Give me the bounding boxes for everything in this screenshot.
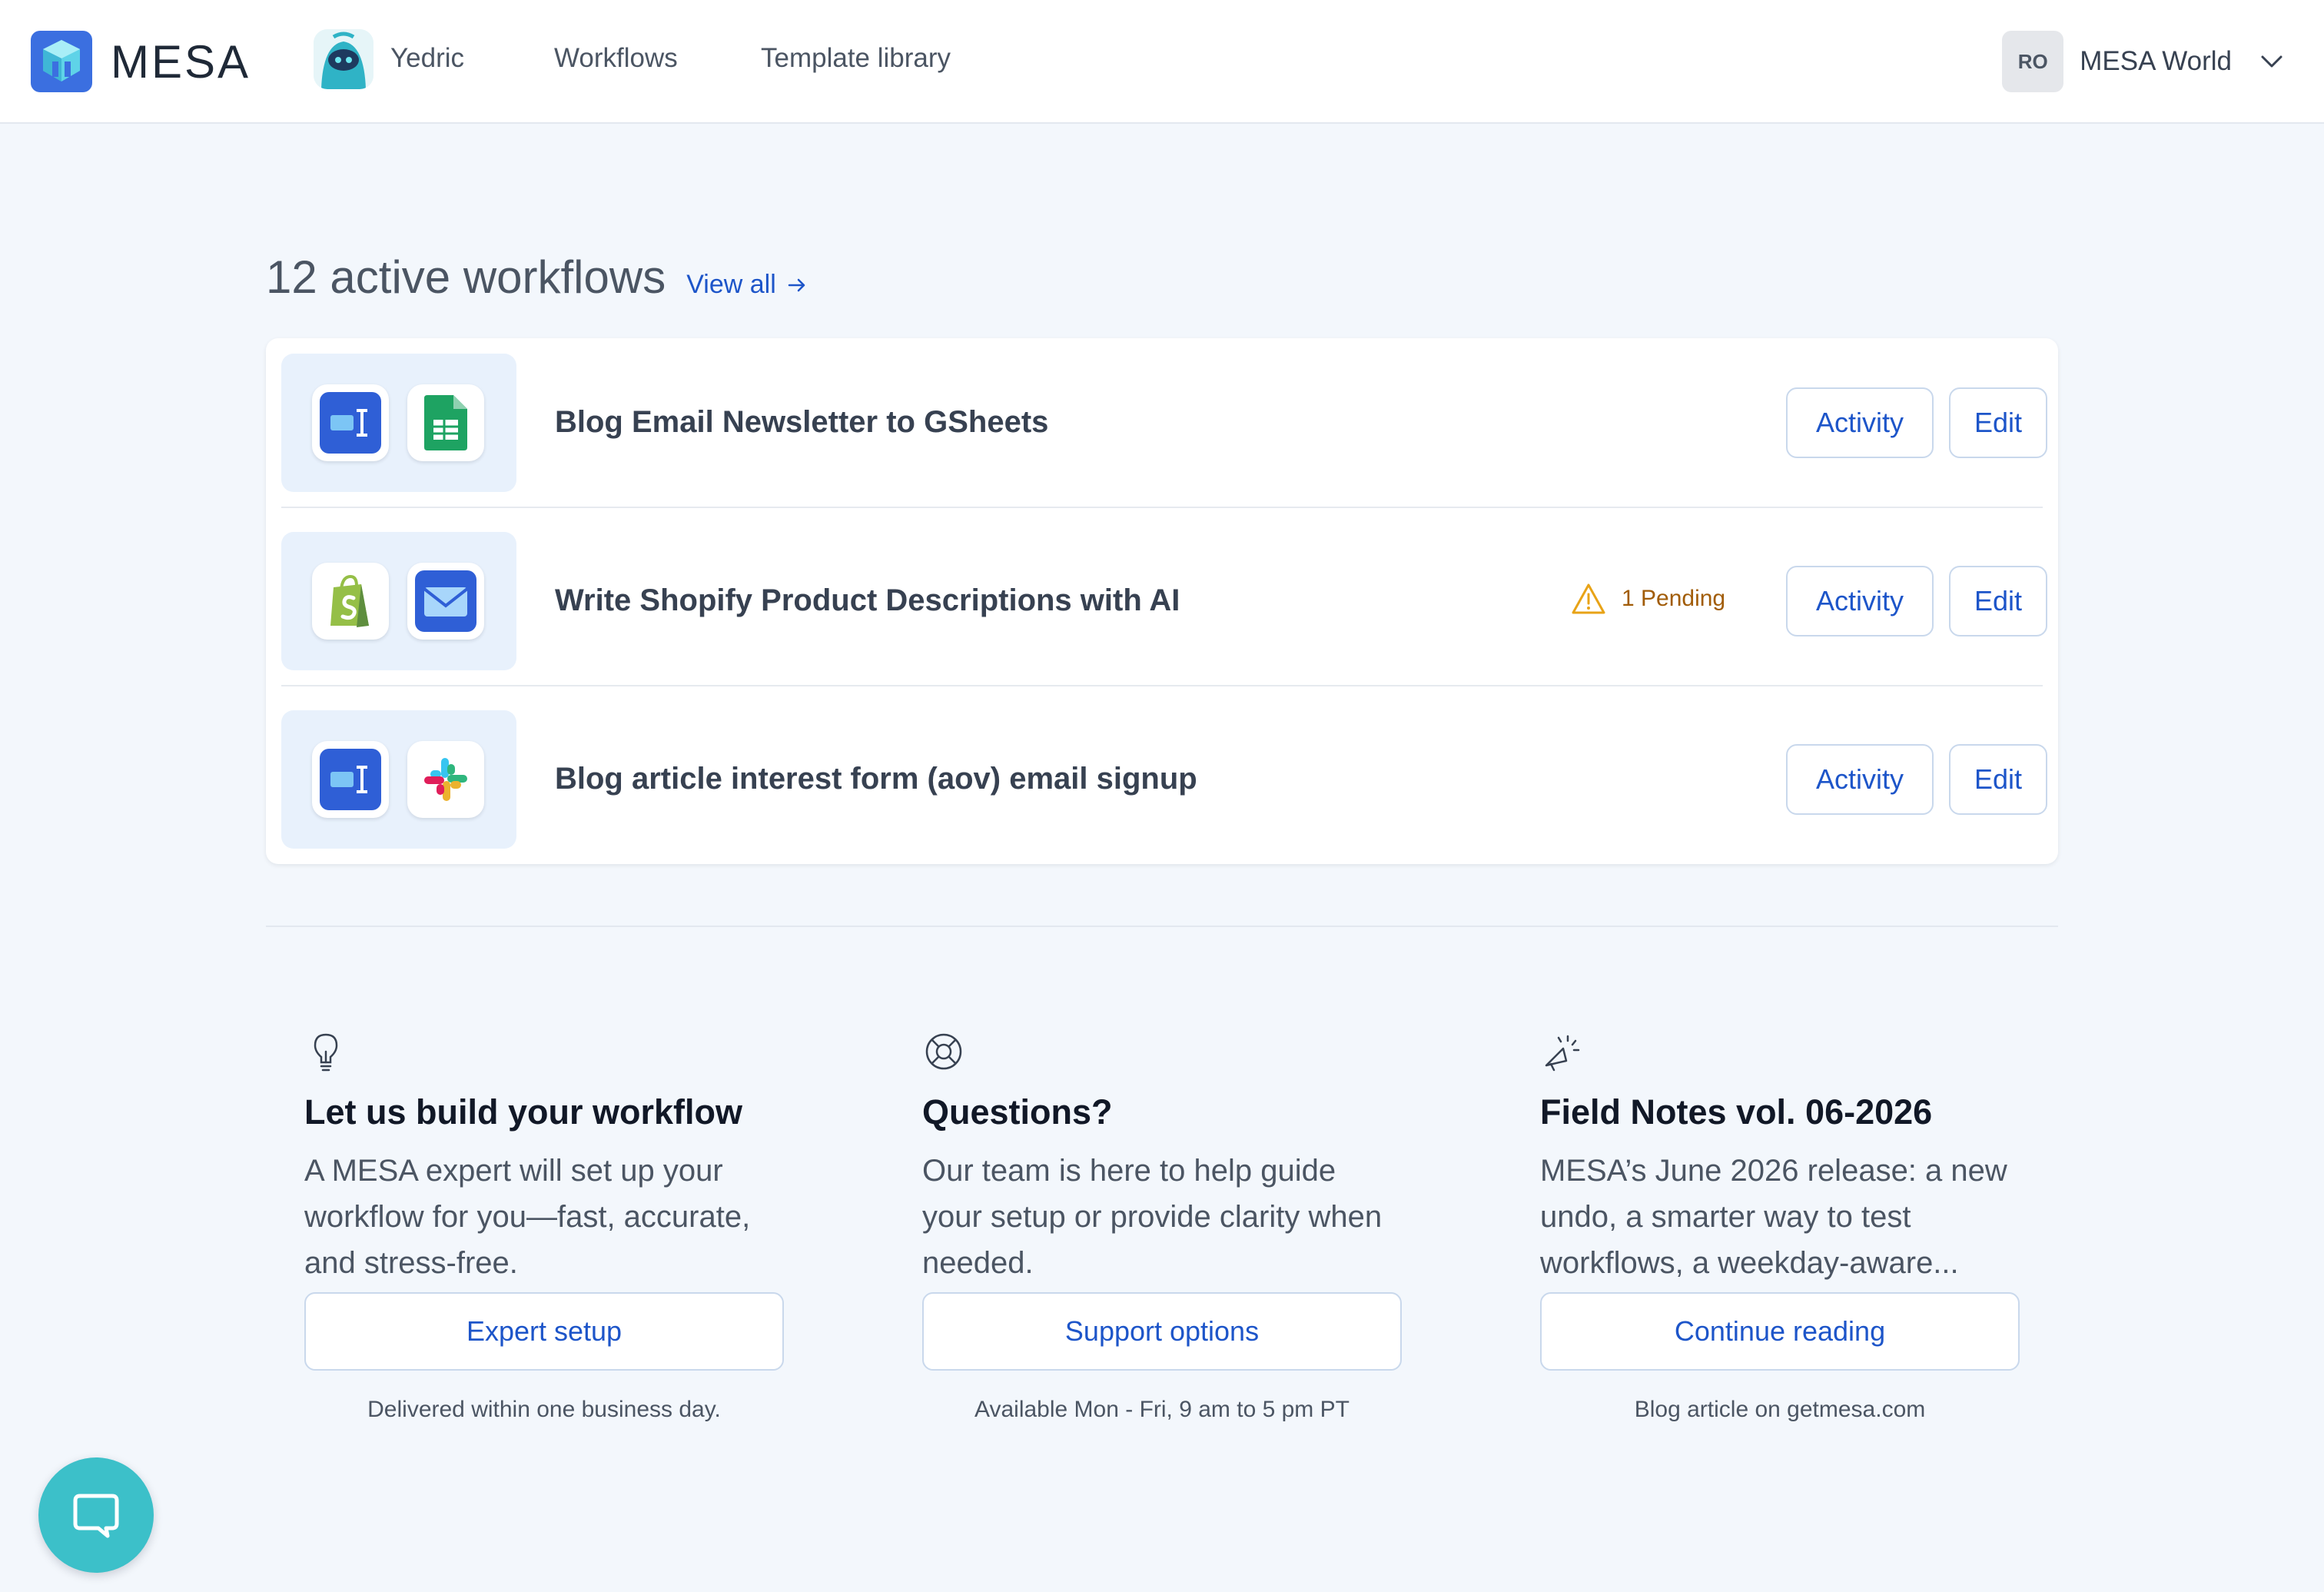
mesa-form-icon — [312, 741, 389, 818]
chat-bubble-icon — [73, 1494, 119, 1538]
expert-setup-card: Let us build your workflow A MESA expert… — [304, 1030, 784, 1423]
account-avatar: RO — [2002, 31, 2064, 92]
workflow-list: Blog Email Newsletter to GSheets Activit… — [266, 338, 2058, 864]
workflow-app-icons — [281, 532, 516, 670]
workflows-header: 12 active workflows View all — [266, 251, 808, 304]
info-note: Delivered within one business day. — [367, 1397, 721, 1422]
support-options-button[interactable]: Support options — [922, 1292, 1402, 1371]
account-name: MESA World — [2080, 46, 2232, 76]
field-notes-card: Field Notes vol. 06-2026 MESA’s June 202… — [1540, 1030, 2020, 1423]
brand-name: MESA — [111, 35, 251, 88]
continue-reading-button[interactable]: Continue reading — [1540, 1292, 2020, 1371]
workflow-row[interactable]: Write Shopify Product Descriptions with … — [281, 532, 2047, 686]
chevron-down-icon — [2261, 55, 2282, 68]
workflow-app-icons — [281, 354, 516, 492]
pending-status[interactable]: 1 Pending — [1571, 583, 1725, 615]
info-note: Blog article on getmesa.com — [1634, 1397, 1926, 1422]
activity-button[interactable]: Activity — [1786, 387, 1934, 458]
lightbulb-icon — [314, 1033, 338, 1072]
shopify-icon — [312, 563, 389, 640]
workflow-row[interactable]: Blog article interest form (aov) email s… — [281, 710, 2047, 849]
megaphone-icon — [1545, 1035, 1580, 1072]
workflow-row[interactable]: Blog Email Newsletter to GSheets Activit… — [281, 354, 2047, 508]
workflow-name[interactable]: Blog Email Newsletter to GSheets — [555, 405, 1048, 440]
account-menu[interactable]: RO MESA World — [2002, 31, 2286, 92]
slack-icon — [407, 741, 484, 818]
view-all-link[interactable]: View all — [686, 270, 808, 300]
nav-template-library[interactable]: Template library — [761, 43, 951, 74]
info-title: Questions? — [922, 1092, 1113, 1132]
google-sheets-icon — [407, 384, 484, 461]
info-description: A MESA expert will set up your workflow … — [304, 1154, 751, 1280]
brand-logo[interactable]: MESA — [31, 31, 251, 92]
mesa-form-icon — [312, 384, 389, 461]
view-all-label: View all — [686, 270, 776, 299]
chat-launcher-button[interactable] — [38, 1457, 154, 1573]
edit-button[interactable]: Edit — [1949, 566, 2047, 636]
email-icon — [407, 563, 484, 640]
edit-button[interactable]: Edit — [1949, 744, 2047, 815]
workflow-app-icons — [281, 710, 516, 849]
pending-label: 1 Pending — [1622, 586, 1726, 611]
info-note: Available Mon - Fri, 9 am to 5 pm PT — [974, 1397, 1350, 1422]
arrow-right-icon — [788, 278, 805, 291]
info-description: MESA’s June 2026 release: a new undo, a … — [1540, 1154, 2007, 1280]
activity-button[interactable]: Activity — [1786, 744, 1934, 815]
warning-icon — [1572, 583, 1605, 614]
top-navigation: MESA Yedric Workflows Template library R… — [0, 0, 2324, 124]
section-divider — [266, 926, 2058, 927]
workflow-name[interactable]: Blog article interest form (aov) email s… — [555, 762, 1197, 796]
mesa-logo-icon — [31, 31, 92, 92]
info-title: Let us build your workflow — [304, 1092, 743, 1132]
info-description: Our team is here to help guide your setu… — [922, 1154, 1383, 1280]
nav-workflows[interactable]: Workflows — [554, 43, 678, 74]
workflow-name[interactable]: Write Shopify Product Descriptions with … — [555, 583, 1180, 618]
edit-button[interactable]: Edit — [1949, 387, 2047, 458]
yedric-avatar-icon[interactable] — [314, 29, 374, 89]
nav-yedric[interactable]: Yedric — [390, 43, 464, 74]
workflows-title: 12 active workflows — [266, 251, 666, 303]
activity-button[interactable]: Activity — [1786, 566, 1934, 636]
expert-setup-button[interactable]: Expert setup — [304, 1292, 784, 1371]
support-card: Questions? Our team is here to help guid… — [922, 1030, 1402, 1423]
info-title: Field Notes vol. 06-2026 — [1540, 1092, 1933, 1132]
lifebuoy-icon — [925, 1033, 962, 1070]
